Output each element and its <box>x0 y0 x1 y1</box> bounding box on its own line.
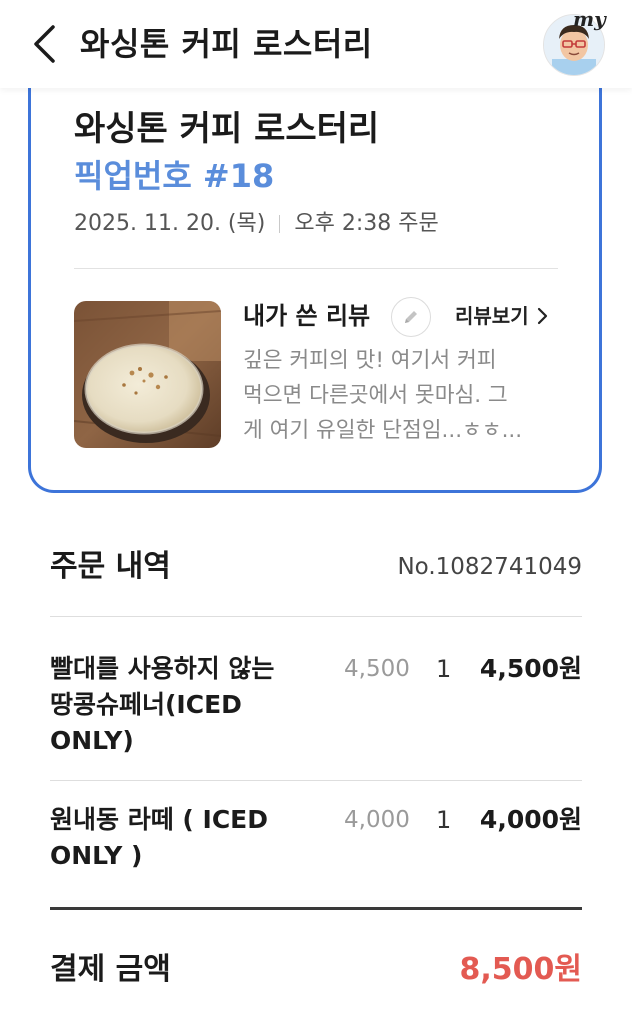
divider <box>50 780 582 781</box>
chevron-left-icon <box>34 25 55 63</box>
order-meta: 2025. 11. 20. (목) 오후 2:38 주문 <box>74 206 439 242</box>
item-name-line: ONLY) <box>50 726 134 755</box>
item-name: 원내동 라떼 ( ICED ONLY ) <box>50 802 310 874</box>
review-text: 깊은 커피의 맛! 여기서 커피 먹으면 다른곳에서 못마심. 그 게 여기 유… <box>243 343 558 448</box>
divider <box>50 616 582 617</box>
store-name: 와싱톤 커피 로스터리 <box>74 109 380 149</box>
edit-review-button[interactable] <box>391 297 431 337</box>
chevron-right-icon <box>537 307 547 325</box>
review-title: 내가 쓴 리뷰 <box>243 302 371 330</box>
order-item: 원내동 라떼 ( ICED ONLY ) 4,000 1 4,000원 <box>50 802 582 876</box>
item-name-line: 땅콩슈페너(ICED <box>50 690 242 719</box>
pickup-number: 픽업번호 #18 <box>74 157 275 195</box>
item-quantity: 1 <box>436 655 452 683</box>
item-name-line: 빨대를 사용하지 않는 <box>50 654 275 683</box>
item-total: 4,500원 <box>479 654 582 683</box>
item-unit-price: 4,000 <box>344 807 410 833</box>
order-section-title: 주문 내역 <box>50 549 171 584</box>
order-date: 2025. 11. 20. (목) <box>74 211 266 236</box>
order-number: No.1082741049 <box>397 554 582 580</box>
item-total: 4,000원 <box>479 805 582 834</box>
total-divider <box>50 907 582 910</box>
review-text-line: 게 여기 유일한 단점임...ㅎㅎ... <box>243 418 523 443</box>
view-review-link[interactable]: 리뷰보기 <box>455 300 549 332</box>
back-button[interactable] <box>22 22 66 66</box>
item-quantity: 1 <box>436 806 452 834</box>
review-text-line: 먹으면 다른곳에서 못마심. 그 <box>243 383 508 408</box>
item-name-line: 원내동 라떼 ( ICED <box>50 805 269 834</box>
order-item: 빨대를 사용하지 않는 땅콩슈페너(ICED ONLY) 4,500 1 4,5… <box>50 651 582 761</box>
page-title: 와싱톤 커피 로스터리 <box>80 25 373 63</box>
view-review-label: 리뷰보기 <box>455 304 529 328</box>
app-header: 와싱톤 커피 로스터리 my <box>0 0 632 88</box>
payment-label: 결제 금액 <box>50 952 171 987</box>
avatar-tag: my <box>573 7 606 31</box>
item-name-line: ONLY ) <box>50 841 143 870</box>
item-unit-price: 4,500 <box>344 656 410 682</box>
item-name: 빨대를 사용하지 않는 땅콩슈페너(ICED ONLY) <box>50 651 310 759</box>
review-photo-image <box>74 301 221 448</box>
pencil-icon <box>405 311 417 323</box>
card-divider <box>74 268 558 269</box>
payment-amount: 8,500원 <box>459 952 583 987</box>
order-time: 오후 2:38 주문 <box>294 211 439 236</box>
review-text-line: 깊은 커피의 맛! 여기서 커피 <box>243 348 497 373</box>
review-photo[interactable] <box>74 301 221 448</box>
meta-divider <box>279 215 281 233</box>
